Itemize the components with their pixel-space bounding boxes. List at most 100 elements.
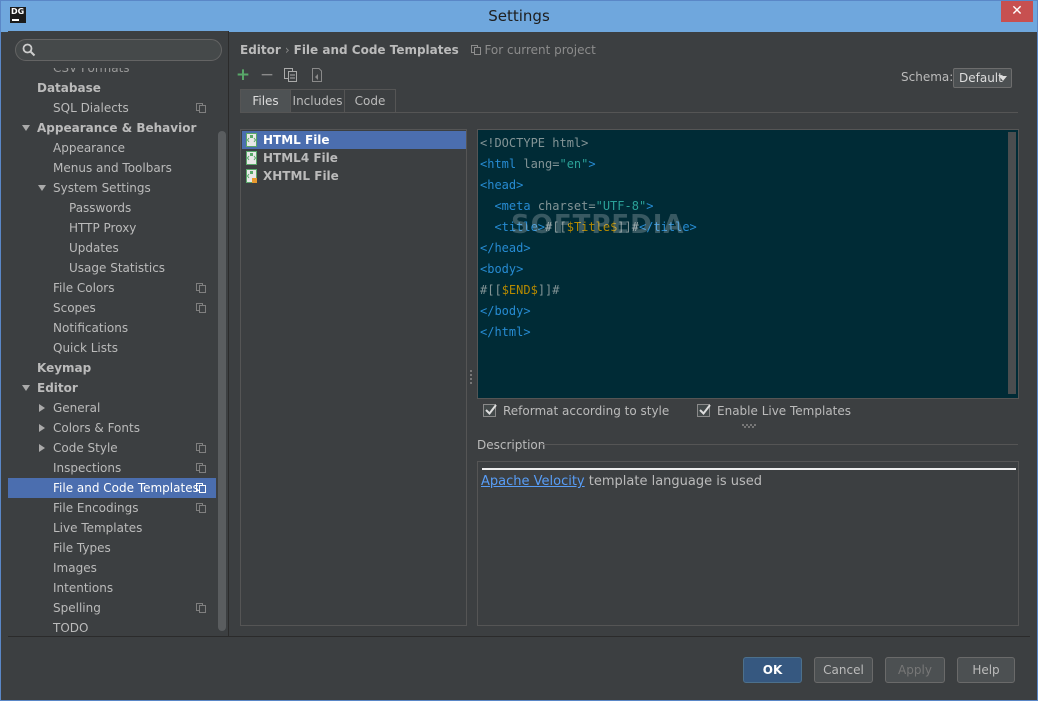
html-file-icon <box>246 133 257 147</box>
code-line: </html> <box>480 325 531 339</box>
sidebar-item-system-settings[interactable]: System Settings <box>8 178 216 198</box>
list-item[interactable]: XHTML File <box>242 167 466 185</box>
sidebar-item-label: Updates <box>69 241 119 255</box>
sidebar-item-spelling[interactable]: Spelling <box>8 598 216 618</box>
sidebar-item-label: Live Templates <box>53 521 143 535</box>
sidebar-item-file-colors[interactable]: File Colors <box>8 278 216 298</box>
sidebar-item-label: Quick Lists <box>53 341 118 355</box>
apache-velocity-link[interactable]: Apache Velocity <box>481 474 585 489</box>
schema-dropdown[interactable]: Default <box>953 68 1012 88</box>
sidebar-item-label: Appearance <box>53 141 126 155</box>
tab-code[interactable]: Code <box>344 89 396 113</box>
project-scope-icon <box>196 283 206 293</box>
sidebar-item-clipped[interactable]: CSV Formats <box>8 68 216 78</box>
sidebar-item-todo[interactable]: TODO <box>8 618 216 636</box>
sidebar-item-notifications[interactable]: Notifications <box>8 318 216 338</box>
sidebar-item-label: Inspections <box>53 461 122 475</box>
breadcrumb-scope: For current project <box>470 43 596 57</box>
sidebar-item-file-and-code-templates[interactable]: File and Code Templates <box>8 478 216 498</box>
sidebar-item-label: Images <box>53 561 97 575</box>
close-button[interactable]: ✕ <box>1001 1 1033 22</box>
chevron-down-icon[interactable] <box>21 383 31 393</box>
project-scope-icon <box>196 443 206 453</box>
sidebar-item-label: Spelling <box>53 601 101 615</box>
live-templates-label[interactable]: Enable Live Templates <box>717 404 851 418</box>
resize-grip-icon[interactable] <box>742 424 756 428</box>
sidebar-item-appearance-behavior[interactable]: Appearance & Behavior <box>8 118 216 138</box>
ok-button[interactable]: OK <box>743 657 802 683</box>
sidebar-item-sql-dialects[interactable]: SQL Dialects <box>8 98 216 118</box>
help-button[interactable]: Help <box>957 657 1015 683</box>
tab-files[interactable]: Files <box>240 89 291 113</box>
reformat-checkbox[interactable] <box>483 404 497 417</box>
sidebar-item-label: Passwords <box>69 201 132 215</box>
checkmark-icon <box>699 404 711 416</box>
sidebar-item-quick-lists[interactable]: Quick Lists <box>8 338 216 358</box>
checkmark-icon <box>485 404 497 416</box>
sidebar-item-menus-and-toolbars[interactable]: Menus and Toolbars <box>8 158 216 178</box>
sidebar-item-updates[interactable]: Updates <box>8 238 216 258</box>
sidebar-item-file-types[interactable]: File Types <box>8 538 216 558</box>
list-item[interactable]: HTML4 File <box>242 149 466 167</box>
remove-template-button[interactable]: − <box>258 66 276 84</box>
sidebar-item-label: HTTP Proxy <box>69 221 137 235</box>
sidebar-item-scopes[interactable]: Scopes <box>8 298 216 318</box>
sidebar-item-intentions[interactable]: Intentions <box>8 578 216 598</box>
live-templates-checkbox[interactable] <box>697 404 711 417</box>
sidebar-item-label: File Types <box>53 541 111 555</box>
file-label: HTML File <box>263 133 330 147</box>
chevron-down-icon[interactable] <box>21 123 31 133</box>
template-code-editor[interactable]: <!DOCTYPE html> <html lang="en"> <head> <m… <box>477 129 1019 399</box>
editor-scrollbar[interactable] <box>1008 132 1016 394</box>
chevron-down-icon[interactable] <box>37 183 47 193</box>
cancel-button[interactable]: Cancel <box>814 657 873 683</box>
search-input[interactable] <box>15 39 222 61</box>
xhtml-file-icon <box>246 169 257 183</box>
list-item[interactable]: HTML File <box>242 131 466 149</box>
sidebar-item-editor[interactable]: Editor <box>8 378 216 398</box>
tab-includes[interactable]: Includes <box>290 89 345 113</box>
settings-tree: CSV Formats Database SQL Dialects Appearanc… <box>8 68 218 636</box>
sidebar-item-file-encodings[interactable]: File Encodings <box>8 498 216 518</box>
chevron-right-icon[interactable] <box>37 423 47 433</box>
apply-button[interactable]: Apply <box>885 657 945 683</box>
sidebar-item-label: Usage Statistics <box>69 261 166 275</box>
sidebar-item-general[interactable]: General <box>8 398 216 418</box>
watermark: SOFTPEDIA <box>511 210 685 240</box>
chevron-right-icon[interactable] <box>37 443 47 453</box>
sidebar-item-keymap[interactable]: Keymap <box>8 358 216 378</box>
sidebar-item-label: Keymap <box>37 361 92 375</box>
project-scope-icon <box>196 103 206 113</box>
chevron-right-icon[interactable] <box>37 403 47 413</box>
title-bar: DG Settings ✕ <box>1 1 1037 32</box>
splitter-handle[interactable] <box>470 370 473 384</box>
sidebar-item-colors-fonts[interactable]: Colors & Fonts <box>8 418 216 438</box>
sidebar-item-label: SQL Dialects <box>53 101 129 115</box>
sidebar-item-http-proxy[interactable]: HTTP Proxy <box>8 218 216 238</box>
breadcrumb-separator: › <box>284 43 290 57</box>
copy-icon[interactable] <box>283 67 299 83</box>
project-scope-icon <box>196 463 206 473</box>
sidebar-item-label: TODO <box>53 621 89 635</box>
sidebar-item-label: CSV Formats <box>53 68 130 75</box>
sidebar-item-usage-statistics[interactable]: Usage Statistics <box>8 258 216 278</box>
sidebar-item-live-templates[interactable]: Live Templates <box>8 518 216 538</box>
reset-template-icon[interactable] <box>309 67 325 83</box>
project-scope-icon <box>470 45 481 55</box>
breadcrumb: Editor › File and Code Templates For curre… <box>240 43 596 59</box>
sidebar-scrollbar[interactable] <box>218 131 226 631</box>
sidebar-item-images[interactable]: Images <box>8 558 216 578</box>
sidebar-item-passwords[interactable]: Passwords <box>8 198 216 218</box>
add-template-button[interactable]: + <box>234 66 252 84</box>
reformat-label[interactable]: Reformat according to style <box>503 404 669 418</box>
sidebar-item-appearance[interactable]: Appearance <box>8 138 216 158</box>
sidebar-item-inspections[interactable]: Inspections <box>8 458 216 478</box>
sidebar-item-database[interactable]: Database <box>8 78 216 98</box>
code-line: <!DOCTYPE html> <box>480 136 589 150</box>
sidebar-item-code-style[interactable]: Code Style <box>8 438 216 458</box>
window-title: Settings <box>488 7 550 25</box>
description-text: Apache Velocity template language is use… <box>481 474 762 489</box>
description-heading: Description <box>477 438 546 452</box>
description-body: template language is used <box>584 474 763 489</box>
description-rule <box>482 468 1016 470</box>
